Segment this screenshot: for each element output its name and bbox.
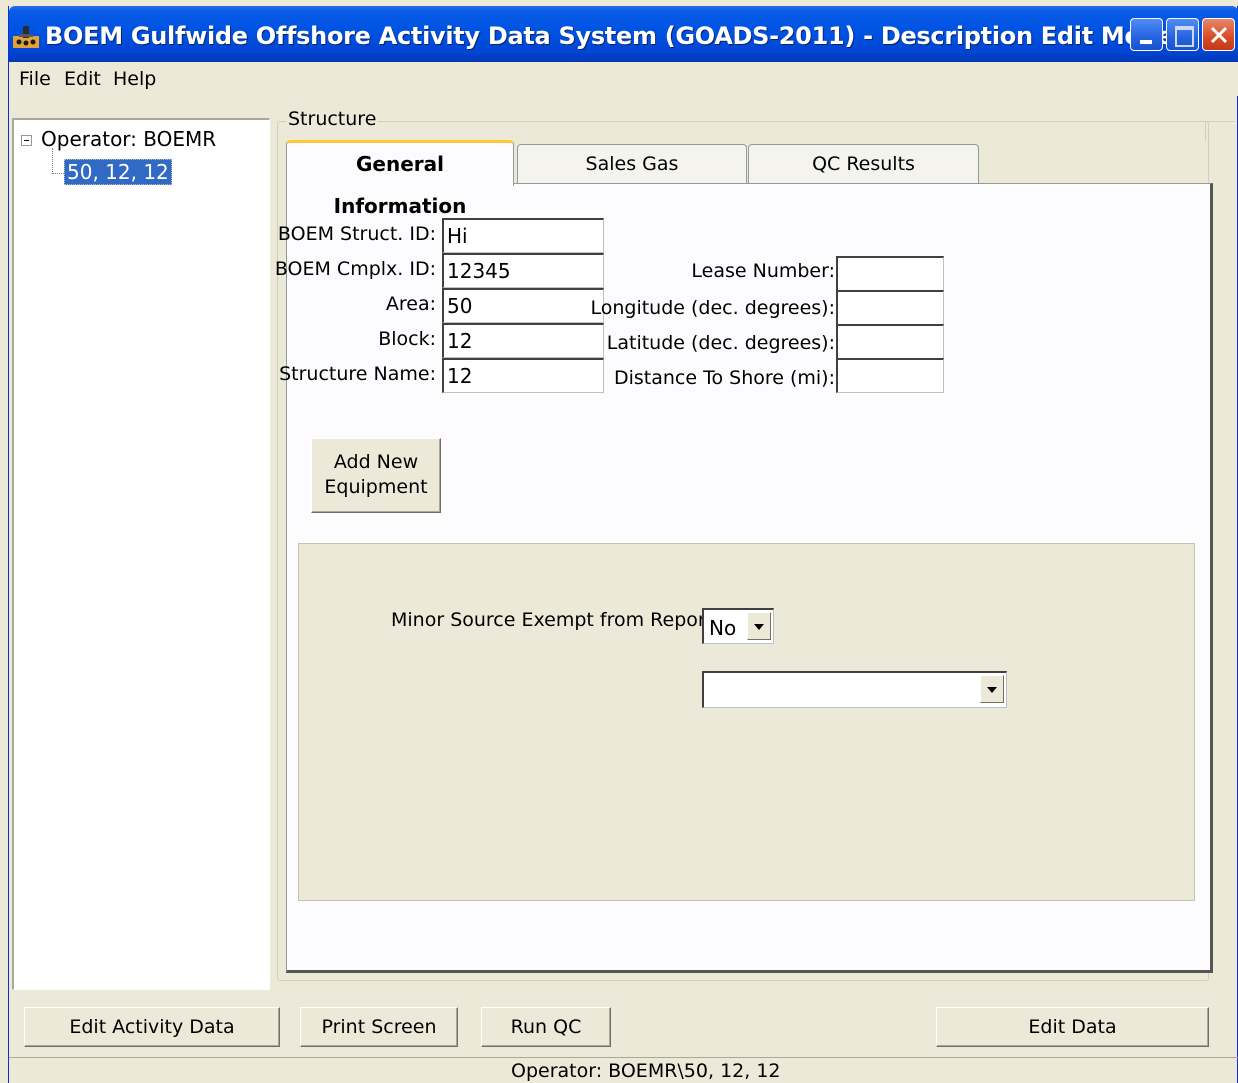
longitude-label: Longitude (dec. degrees): (590, 297, 835, 319)
structure-name-label: Structure Name: (279, 363, 436, 385)
tab-general-information[interactable]: General Information (286, 140, 514, 218)
minimize-button[interactable] (1130, 18, 1163, 51)
minor-source-select[interactable]: No (702, 608, 774, 644)
minor-source-label: Minor Source Exempt from Reporting: (391, 609, 749, 631)
lease-number-field[interactable] (836, 256, 944, 291)
app-icon (13, 24, 39, 48)
menu-edit[interactable]: Edit (64, 68, 101, 90)
struct-id-field[interactable] (442, 218, 604, 253)
title-bar[interactable]: BOEM Gulfwide Offshore Activity Data Sys… (9, 6, 1238, 62)
cmplx-id-field[interactable] (442, 253, 604, 288)
cmplx-id-label: BOEM Cmplx. ID: (274, 258, 436, 280)
distance-to-shore-field[interactable] (836, 358, 944, 393)
minor-source-box: Minor Source Exempt from Reporting: No (298, 543, 1195, 901)
area-field[interactable] (442, 288, 604, 323)
maximize-button[interactable] (1166, 18, 1199, 51)
block-field[interactable] (442, 323, 604, 358)
block-label: Block: (378, 328, 436, 350)
menu-file[interactable]: File (19, 68, 51, 90)
groupbox-edge (1205, 121, 1235, 141)
print-screen-button[interactable]: Print Screen (300, 1007, 458, 1047)
lease-number-label: Lease Number: (691, 260, 835, 282)
minor-source-value: No (709, 616, 737, 640)
longitude-field[interactable] (836, 290, 944, 325)
tree-connector (52, 173, 64, 174)
collapse-icon[interactable] (21, 135, 32, 146)
structure-name-field[interactable] (442, 358, 604, 393)
general-information-panel: BOEM Struct. ID: BOEM Cmplx. ID: Area: B… (275, 183, 1213, 973)
status-text: Operator: BOEMR\50, 12, 12 (511, 1060, 781, 1082)
operator-tree[interactable]: Operator: BOEMR 50, 12, 12 (12, 118, 270, 990)
edit-data-button[interactable]: Edit Data (936, 1007, 1209, 1047)
menu-bar (9, 62, 1238, 96)
add-new-equipment-button[interactable]: Add New Equipment (311, 438, 441, 513)
distance-to-shore-label: Distance To Shore (mi): (613, 367, 835, 389)
close-button[interactable] (1202, 18, 1235, 51)
tree-node-structure[interactable]: 50, 12, 12 (64, 159, 172, 185)
run-qc-button[interactable]: Run QC (481, 1007, 611, 1047)
menu-help[interactable]: Help (113, 68, 156, 90)
latitude-label: Latitude (dec. degrees): (606, 332, 835, 354)
tab-qc-results[interactable]: QC Results (748, 144, 979, 184)
structure-group-label: Structure (286, 108, 379, 130)
close-icon (1210, 26, 1228, 44)
chevron-down-icon[interactable] (747, 612, 771, 640)
latitude-field[interactable] (836, 324, 944, 359)
chevron-down-icon[interactable] (980, 675, 1004, 703)
tree-node-operator[interactable]: Operator: BOEMR (41, 127, 216, 151)
app-window: BOEM Gulfwide Offshore Activity Data Sys… (8, 6, 1238, 1083)
secondary-select[interactable] (702, 671, 1007, 708)
tab-sales-gas[interactable]: Sales Gas (517, 144, 747, 184)
tree-connector (52, 148, 53, 174)
window-title: BOEM Gulfwide Offshore Activity Data Sys… (45, 22, 1174, 50)
area-label: Area: (385, 293, 436, 315)
edit-activity-data-button[interactable]: Edit Activity Data (24, 1007, 280, 1047)
